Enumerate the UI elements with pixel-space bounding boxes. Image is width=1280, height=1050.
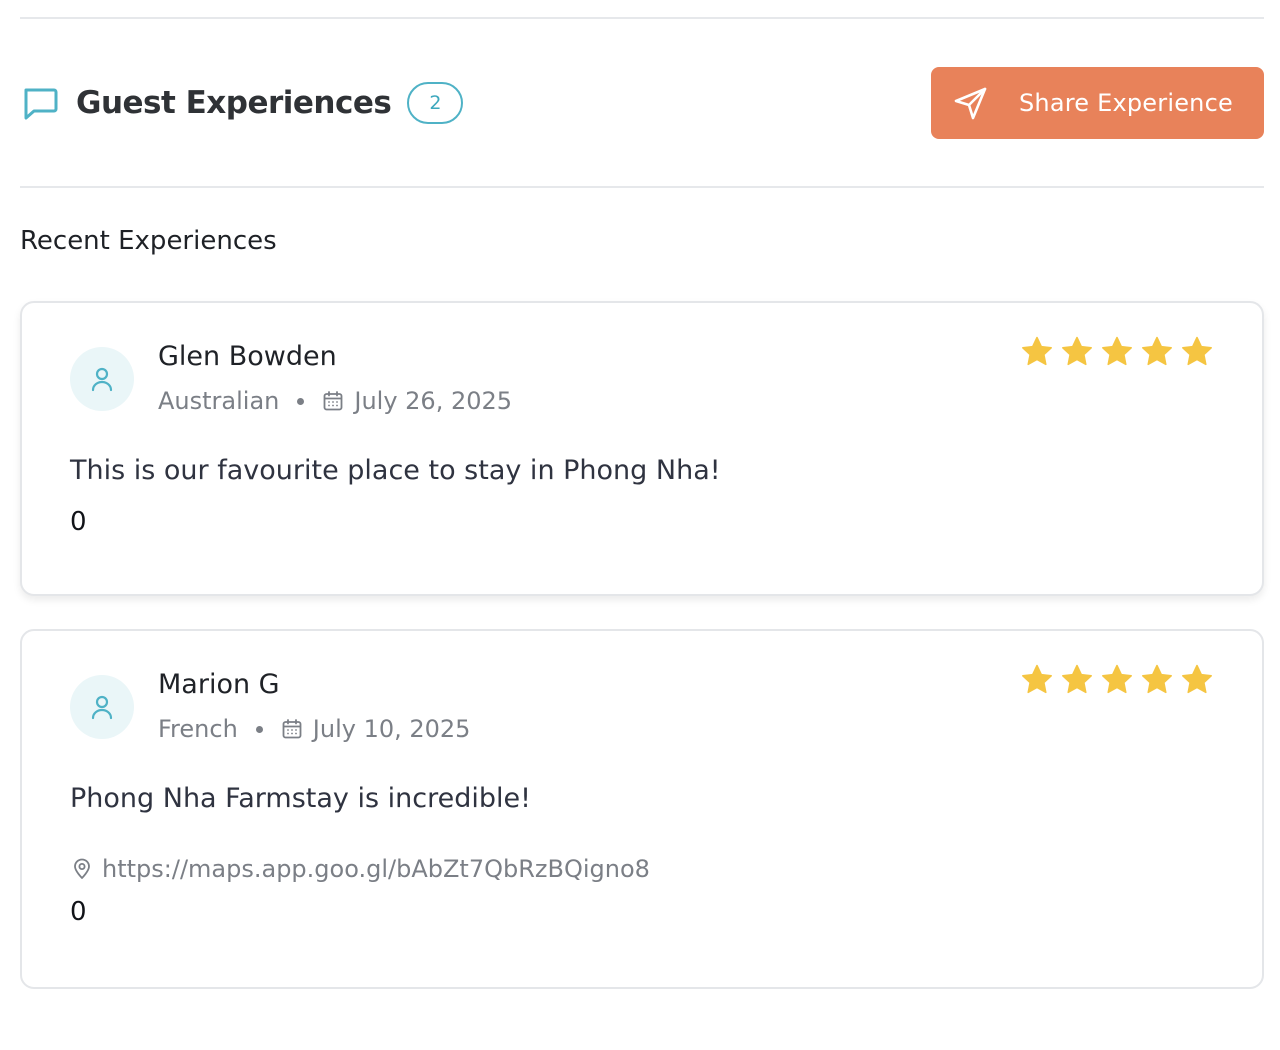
review-date: July 10, 2025 [312,715,471,743]
reviewer-nationality: Australian [158,387,280,415]
star-rating [1014,335,1214,369]
star-icon [1100,663,1134,697]
user-icon [88,365,116,393]
star-icon [1020,335,1054,369]
reviewer-name: Marion G [158,669,280,700]
calendar-icon [322,390,344,412]
like-count: 0 [70,897,87,927]
star-icon [1140,663,1174,697]
map-pin-icon [70,857,94,881]
review-location: https://maps.app.goo.gl/bAbZt7QbRzBQigno… [70,855,650,883]
share-experience-button[interactable]: Share Experience [931,67,1264,139]
header-divider [20,186,1264,188]
chat-bubble-icon [20,83,60,123]
review-text: This is our favourite place to stay in P… [70,455,721,486]
like-count: 0 [70,507,87,537]
review-text: Phong Nha Farmstay is incredible! [70,783,531,814]
recent-experiences-heading: Recent Experiences [20,226,277,256]
star-icon [1100,335,1134,369]
review-card: Glen Bowden Australian July 26, 2025 Thi… [20,301,1264,596]
review-meta: French July 10, 2025 [158,715,470,743]
reviewer-name: Glen Bowden [158,341,337,372]
section-header: Guest Experiences 2 Share Experience [20,66,1264,140]
location-link[interactable]: https://maps.app.goo.gl/bAbZt7QbRzBQigno… [102,855,650,883]
reviewer-nationality: French [158,715,238,743]
user-icon [88,693,116,721]
avatar [70,347,134,411]
star-icon [1180,663,1214,697]
star-icon [1180,335,1214,369]
meta-separator [297,397,305,405]
star-icon [1060,663,1094,697]
calendar-icon [281,718,303,740]
review-meta: Australian July 26, 2025 [158,387,512,415]
share-button-label: Share Experience [1019,89,1233,117]
page-title: Guest Experiences [76,85,392,121]
review-card: Marion G French July 10, 2025 Phong Nha … [20,629,1264,989]
star-icon [1140,335,1174,369]
guest-experiences-section: Guest Experiences 2 Share Experience Rec… [0,0,1280,1050]
top-divider [20,17,1264,19]
star-rating [1014,663,1214,697]
count-badge: 2 [407,82,464,124]
review-date: July 26, 2025 [354,387,513,415]
meta-separator [255,725,263,733]
star-icon [1020,663,1054,697]
avatar [70,675,134,739]
send-icon [953,85,989,121]
star-icon [1060,335,1094,369]
header-title-group: Guest Experiences 2 [20,82,464,124]
